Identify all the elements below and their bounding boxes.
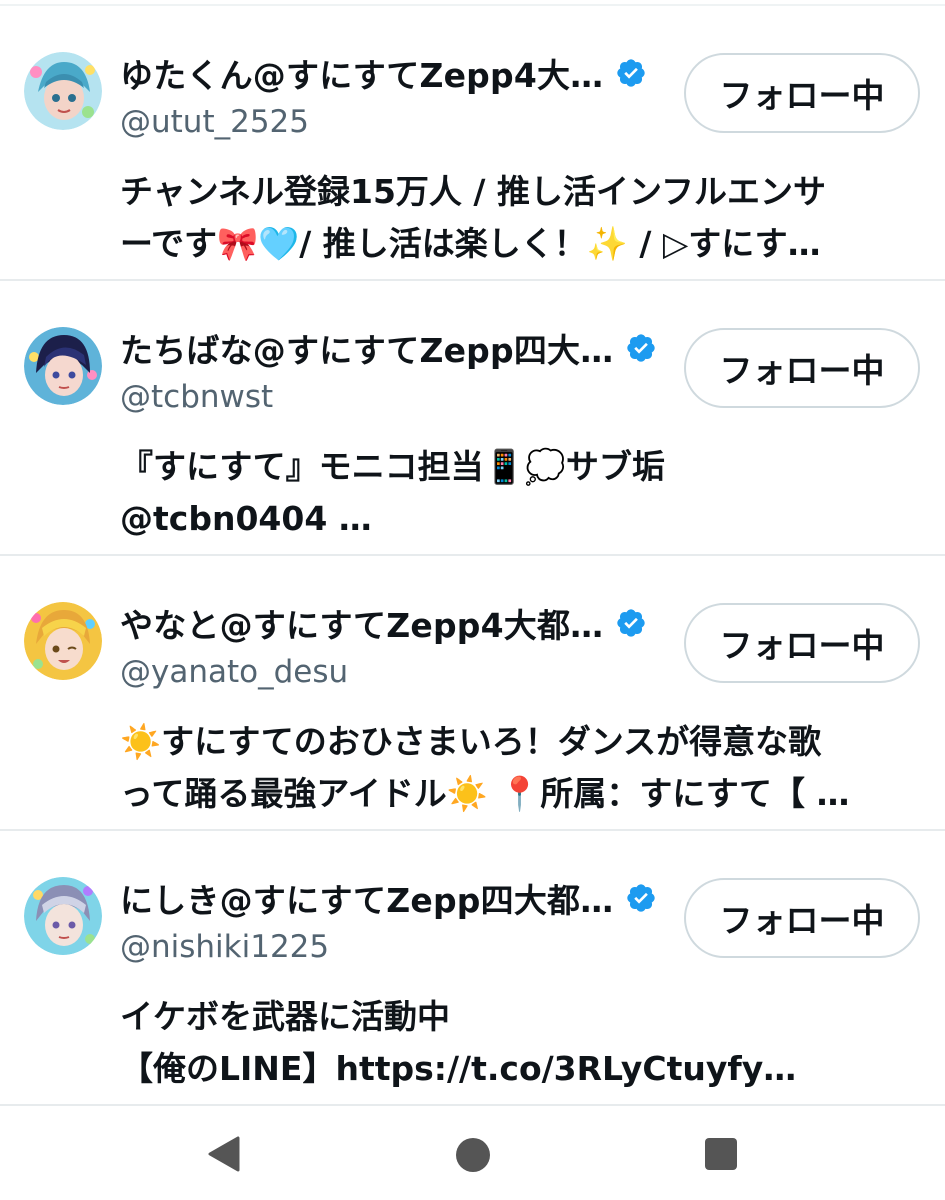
row-divider xyxy=(0,1104,945,1106)
user-handle: @yanato_desu xyxy=(120,654,349,690)
following-button[interactable]: フォロー中 xyxy=(684,603,920,683)
user-row-yanato[interactable]: やなと@すにすてZepp4大都… @yanato_desu フォロー中 ☀️すに… xyxy=(0,556,945,831)
system-navigation-bar xyxy=(0,1108,945,1200)
avatar[interactable] xyxy=(24,877,102,955)
following-button[interactable]: フォロー中 xyxy=(684,328,920,408)
back-icon[interactable] xyxy=(206,1136,240,1172)
bio-line[interactable]: @tcbn0404 … xyxy=(120,493,910,545)
display-name[interactable]: ゆたくん@すにすてZepp4大… xyxy=(120,49,603,97)
user-bio: 『すにすて』モニコ担当📱💭サブ垢 @tcbn0404 … xyxy=(120,441,910,545)
user-bio: イケボを武器に活動中 【俺のLINE】https://t.co/3RLyCtuy… xyxy=(120,991,910,1095)
user-row-tachibana[interactable]: たちばな@すにすてZepp四大… @tcbnwst フォロー中 『すにすて』モニ… xyxy=(0,281,945,556)
avatar[interactable] xyxy=(24,602,102,680)
name-line: やなと@すにすてZepp4大都… xyxy=(120,600,647,646)
name-line: ゆたくん@すにすてZepp4大… xyxy=(120,50,647,96)
bio-line: ーです🎀🩵/ 推し活は楽しく！✨ / ▷すにす… xyxy=(120,224,821,263)
display-name[interactable]: にしき@すにすてZepp四大都… xyxy=(120,874,613,922)
name-line: にしき@すにすてZepp四大都… xyxy=(120,875,657,921)
home-icon[interactable] xyxy=(456,1138,490,1172)
avatar[interactable] xyxy=(24,327,102,405)
verified-badge-icon xyxy=(617,59,646,87)
user-bio: ☀️すにすてのおひさまいろ！ダンスが得意な歌 って踊る最強アイドル☀️ 📍所属：… xyxy=(120,716,910,820)
bio-line: ☀️すにすてのおひさまいろ！ダンスが得意な歌 xyxy=(120,722,822,761)
user-handle: @tcbnwst xyxy=(120,379,274,415)
display-name[interactable]: やなと@すにすてZepp4大都… xyxy=(120,599,603,647)
display-name[interactable]: たちばな@すにすてZepp四大… xyxy=(120,324,613,372)
user-bio: チャンネル登録15万人 / 推し活インフルエンサ ーです🎀🩵/ 推し活は楽しく！… xyxy=(120,166,910,270)
bio-line: 『すにすて』モニコ担当📱💭サブ垢 xyxy=(120,447,665,486)
user-handle: @nishiki1225 xyxy=(120,929,330,965)
verified-badge-icon xyxy=(627,334,656,362)
verified-badge-icon xyxy=(617,609,646,637)
verified-badge-icon xyxy=(627,884,656,912)
bio-line[interactable]: 【俺のLINE】https://t.co/3RLyCtuyfy… xyxy=(120,1043,910,1095)
avatar[interactable] xyxy=(24,52,102,130)
recents-icon[interactable] xyxy=(705,1138,737,1170)
following-button[interactable]: フォロー中 xyxy=(684,878,920,958)
bio-line: チャンネル登録15万人 / 推し活インフルエンサ xyxy=(120,172,826,211)
bio-line: って踊る最強アイドル☀️ 📍所属：すにすて【 … xyxy=(120,774,850,813)
bio-line: イケボを武器に活動中 xyxy=(120,997,450,1036)
user-row-nishiki[interactable]: にしき@すにすてZepp四大都… @nishiki1225 フォロー中 イケボを… xyxy=(0,831,945,1106)
following-button[interactable]: フォロー中 xyxy=(684,53,920,133)
user-row-yutakun[interactable]: ゆたくん@すにすてZepp4大… @utut_2525 フォロー中 チャンネル登… xyxy=(0,6,945,281)
user-handle: @utut_2525 xyxy=(120,104,309,140)
name-line: たちばな@すにすてZepp四大… xyxy=(120,325,657,371)
